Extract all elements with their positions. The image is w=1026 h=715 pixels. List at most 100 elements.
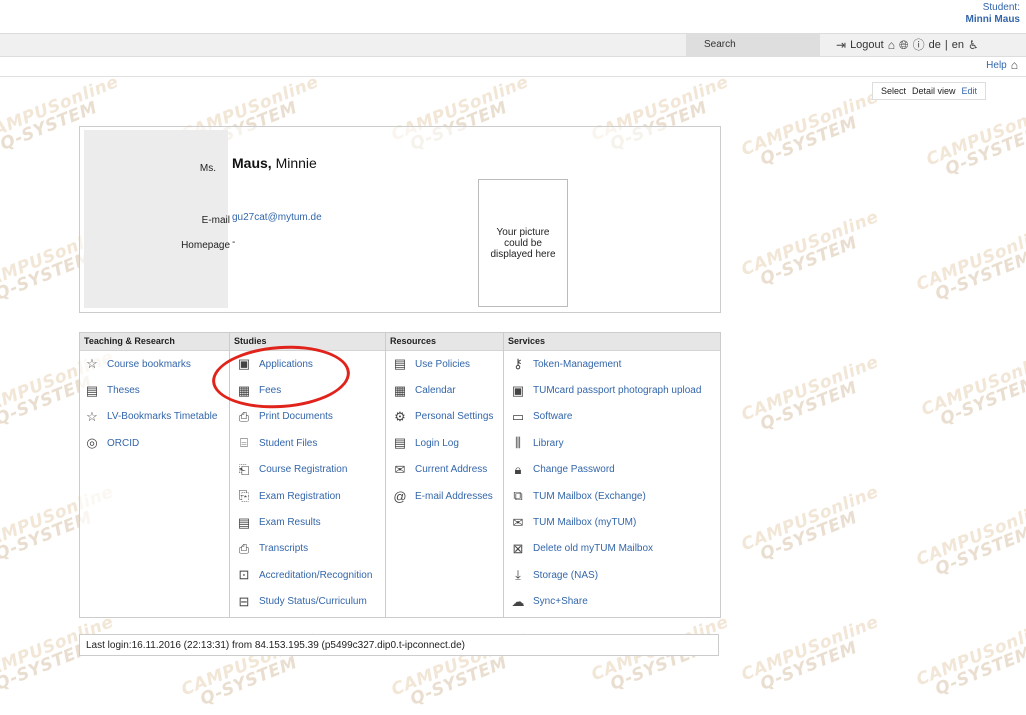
watermark: CAMPUSonlineQ-SYSTEM [738, 86, 882, 170]
top-bar-actions: ⇥ Logout ⌂ 🌐︎ ⓘ de | en ♿︎ [836, 34, 979, 56]
application-form-icon: ▣ [237, 356, 251, 372]
menu-item-calendar[interactable]: ▦ Calendar [386, 377, 503, 403]
logout-link[interactable]: Logout [850, 39, 884, 51]
exam-registration-icon: ⎘ [238, 488, 250, 504]
exchange-mail-icon: ⧉ [513, 488, 523, 504]
firstname: Minnie [275, 155, 317, 171]
accreditation-icon: ⊡ [238, 567, 250, 583]
logout-icon[interactable]: ⇥ [836, 39, 846, 51]
tab-edit[interactable]: Edit [962, 86, 978, 96]
menu-item-exam-registration[interactable]: ⎘ Exam Registration [230, 483, 385, 509]
lock-icon: 🔒︎ [514, 461, 522, 477]
search-label: Search [704, 39, 736, 50]
menu-item-login-log[interactable]: ▤ Login Log [386, 430, 503, 456]
last-login-info: Last login:16.11.2016 (22:13:31) from 84… [79, 634, 719, 656]
resources-column: Resources ▤ Use Policies ▦ Calendar ⚙ Perso… [386, 333, 504, 617]
menu-item-student-files[interactable]: ⌸ Student Files [230, 430, 385, 456]
help-link[interactable]: Help [986, 60, 1007, 71]
menu-item-storage-nas[interactable]: ⤓ Storage (NAS) [504, 562, 720, 588]
menu-item-fees[interactable]: ▦ Fees [230, 377, 385, 403]
menu-item-course-bookmarks[interactable]: ☆ Course bookmarks [80, 351, 229, 377]
surname: Maus, [232, 155, 272, 171]
email-link[interactable]: gu27cat@mytum.de [232, 212, 322, 223]
policy-document-icon: ▤ [393, 356, 407, 372]
menu-item-software[interactable]: ▭ Software [504, 404, 720, 430]
menu-item-library[interactable]: ⫼ Library [504, 430, 720, 456]
menu-item-applications[interactable]: ▣ Applications [230, 351, 385, 377]
watermark: CAMPUSonlineQ-SYSTEM [913, 616, 1026, 700]
menu-item-lv-bookmarks-timetable[interactable]: ☆ LV-Bookmarks Timetable [80, 404, 229, 430]
menu-item-orcid[interactable]: ◎ ORCID [80, 430, 229, 456]
watermark: CAMPUSonlineQ-SYSTEM [913, 221, 1026, 305]
star-plus-icon: ☆ [86, 408, 98, 424]
services-menu-grid: Teaching & Research ☆ Course bookmarks ▤ T… [79, 332, 721, 618]
top-bar: Search ⇥ Logout ⌂ 🌐︎ ⓘ de | en ♿︎ [0, 33, 1026, 57]
delete-mailbox-icon: ⊠ [512, 540, 524, 556]
lang-en-link[interactable]: en [952, 39, 964, 51]
student-info: Student: Minni Maus [966, 2, 1020, 26]
profile-picture-placeholder: Your picture could be displayed here [478, 179, 568, 307]
search-button[interactable]: Search [686, 34, 820, 56]
lang-separator: | [944, 39, 948, 51]
storage-download-icon: ⤓ [515, 567, 521, 583]
tab-select[interactable]: Select [881, 86, 906, 96]
lang-de-link[interactable]: de [929, 39, 941, 51]
student-name[interactable]: Minni Maus [966, 14, 1020, 26]
menu-item-transcripts[interactable]: ⎙ Transcripts [230, 536, 385, 562]
watermark: CAMPUSonlineQ-SYSTEM [589, 612, 732, 695]
info-icon[interactable]: ⓘ [913, 39, 925, 51]
salutation: Ms. [199, 163, 216, 174]
menu-item-exam-results[interactable]: ▤ Exam Results [230, 509, 385, 535]
person-name: Maus, Minnie [232, 155, 317, 171]
calculator-icon: ▦ [237, 382, 251, 398]
at-sign-icon: @ [393, 488, 407, 504]
menu-item-delete-old-mailbox[interactable]: ⊠ Delete old myTUM Mailbox [504, 536, 720, 562]
menu-item-tumcard-photo-upload[interactable]: ▣ TUMcard passport photograph upload [504, 377, 720, 403]
registration-icon: ⎗ [238, 461, 250, 477]
menu-item-theses[interactable]: ▤ Theses [80, 377, 229, 403]
group-folder-icon: ⌸ [240, 435, 248, 451]
menu-item-study-status-curriculum[interactable]: ⊟ Study Status/Curriculum [230, 589, 385, 615]
services-column: Services ⚷ Token-Management ▣ TUMcard pass… [504, 333, 720, 617]
menu-item-course-registration[interactable]: ⎗ Course Registration [230, 457, 385, 483]
column-header: Studies [230, 333, 385, 351]
menu-item-accreditation-recognition[interactable]: ⊡ Accreditation/Recognition [230, 562, 385, 588]
profile-label-column: Ms. E-mail Homepage [84, 130, 230, 308]
help-home-icon[interactable]: ⌂ [1011, 59, 1018, 71]
column-header: Services [504, 333, 720, 351]
menu-item-email-addresses[interactable]: @ E-mail Addresses [386, 483, 503, 509]
globe-icon[interactable]: 🌐︎ [899, 39, 909, 51]
gear-icon: ⚙ [394, 408, 406, 424]
menu-item-sync-share[interactable]: ☁ Sync+Share [504, 589, 720, 615]
printer-icon: ⎙ [238, 408, 250, 424]
document-list-icon: ▤ [85, 382, 99, 398]
profile-card: Ms. E-mail Homepage Maus, Minnie gu27cat… [79, 126, 721, 313]
envelope-icon: ✉ [394, 461, 406, 477]
id-badge-icon: ◎ [86, 435, 98, 451]
column-header: Resources [386, 333, 503, 351]
watermark: CAMPUSonlineQ-SYSTEM [738, 611, 882, 695]
calendar-icon: ▦ [393, 382, 407, 398]
cloud-upload-icon: ☁ [511, 593, 525, 609]
transcript-printer-icon: ⎙ [238, 540, 250, 556]
menu-item-use-policies[interactable]: ▤ Use Policies [386, 351, 503, 377]
divider [0, 76, 1026, 77]
menu-item-token-management[interactable]: ⚷ Token-Management [504, 351, 720, 377]
homepage-label: Homepage [181, 240, 230, 251]
tab-detail-view[interactable]: Detail view [912, 86, 956, 96]
menu-item-tum-mailbox-exchange[interactable]: ⧉ TUM Mailbox (Exchange) [504, 483, 720, 509]
column-header: Teaching & Research [80, 333, 229, 351]
home-icon[interactable]: ⌂ [888, 39, 895, 51]
menu-item-personal-settings[interactable]: ⚙ Personal Settings [386, 404, 503, 430]
menu-item-print-documents[interactable]: ⎙ Print Documents [230, 404, 385, 430]
menu-item-tum-mailbox-mytum[interactable]: ✉ TUM Mailbox (myTUM) [504, 509, 720, 535]
log-list-icon: ▤ [393, 435, 407, 451]
mail-icon: ✉ [512, 514, 524, 530]
key-icon: ⚷ [513, 356, 523, 372]
id-card-icon: ▣ [511, 382, 525, 398]
homepage-value: - [232, 237, 236, 248]
menu-item-current-address[interactable]: ✉ Current Address [386, 457, 503, 483]
accessibility-icon[interactable]: ♿︎ [968, 39, 979, 51]
menu-item-change-password[interactable]: 🔒︎ Change Password [504, 457, 720, 483]
view-tabs: Select Detail view Edit [872, 82, 987, 100]
